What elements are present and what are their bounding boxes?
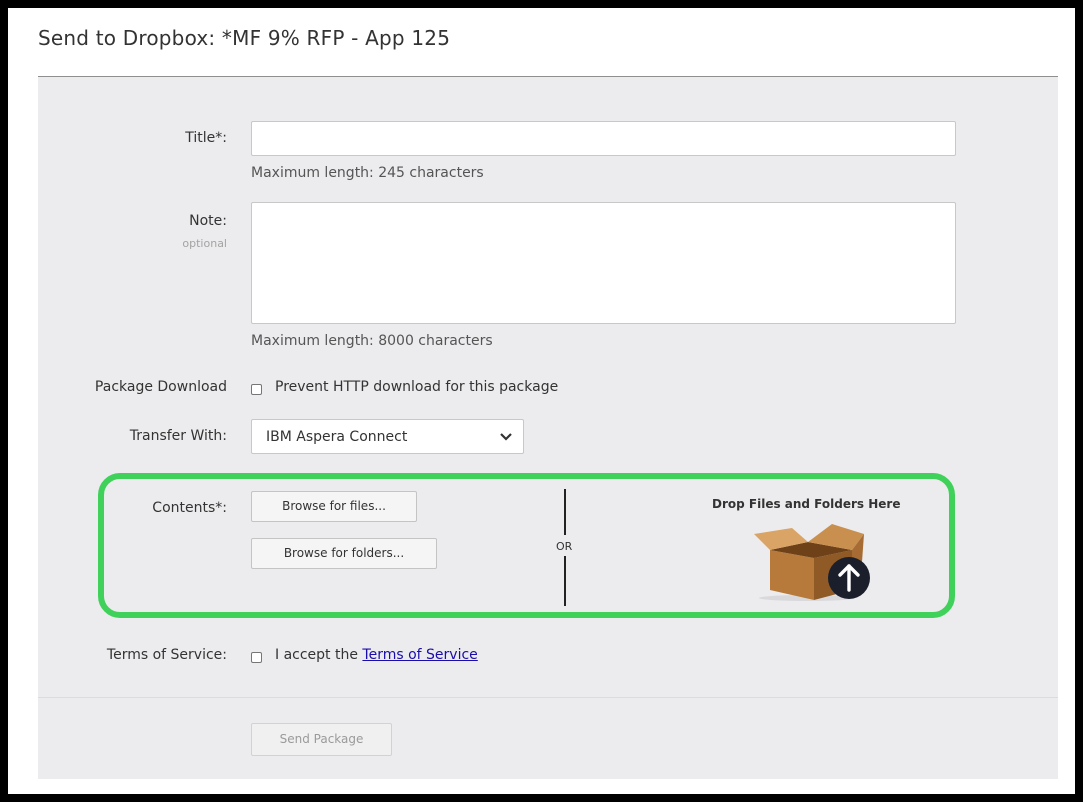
drop-zone-label: Drop Files and Folders Here	[712, 497, 901, 511]
or-divider-bottom	[564, 556, 566, 606]
dialog-title: Send to Dropbox: *MF 9% RFP - App 125	[38, 26, 451, 50]
terms-label: Terms of Service:	[106, 647, 227, 663]
title-label: Title*:	[185, 130, 227, 146]
terms-prefix: I accept the	[275, 647, 358, 663]
chevron-down-icon	[500, 433, 512, 441]
terms-of-service-link[interactable]: Terms of Service	[362, 647, 477, 663]
terms-accept-text: I accept the Terms of Service	[275, 647, 478, 663]
note-label: Note:	[189, 213, 227, 229]
note-textarea[interactable]	[251, 202, 956, 324]
browse-files-button[interactable]: Browse for files...	[251, 491, 417, 522]
note-hint: Maximum length: 8000 characters	[251, 333, 493, 349]
terms-checkbox[interactable]	[251, 652, 262, 663]
note-optional-label: optional	[182, 237, 227, 250]
package-download-label: Package Download	[94, 379, 227, 395]
title-hint: Maximum length: 245 characters	[251, 165, 484, 181]
or-text: OR	[556, 540, 573, 553]
box-upload-icon[interactable]	[752, 520, 877, 602]
title-input[interactable]	[251, 121, 956, 156]
browse-folders-button[interactable]: Browse for folders...	[251, 538, 437, 569]
transfer-with-label: Transfer With:	[129, 428, 227, 444]
contents-label: Contents*:	[152, 500, 227, 516]
send-package-button[interactable]: Send Package	[251, 723, 392, 756]
transfer-with-value: IBM Aspera Connect	[266, 429, 408, 445]
or-divider-top	[564, 489, 566, 535]
prevent-http-checkbox[interactable]	[251, 384, 262, 395]
footer-divider	[38, 697, 1058, 698]
prevent-http-label: Prevent HTTP download for this package	[275, 379, 559, 395]
transfer-with-select[interactable]: IBM Aspera Connect	[251, 419, 524, 454]
